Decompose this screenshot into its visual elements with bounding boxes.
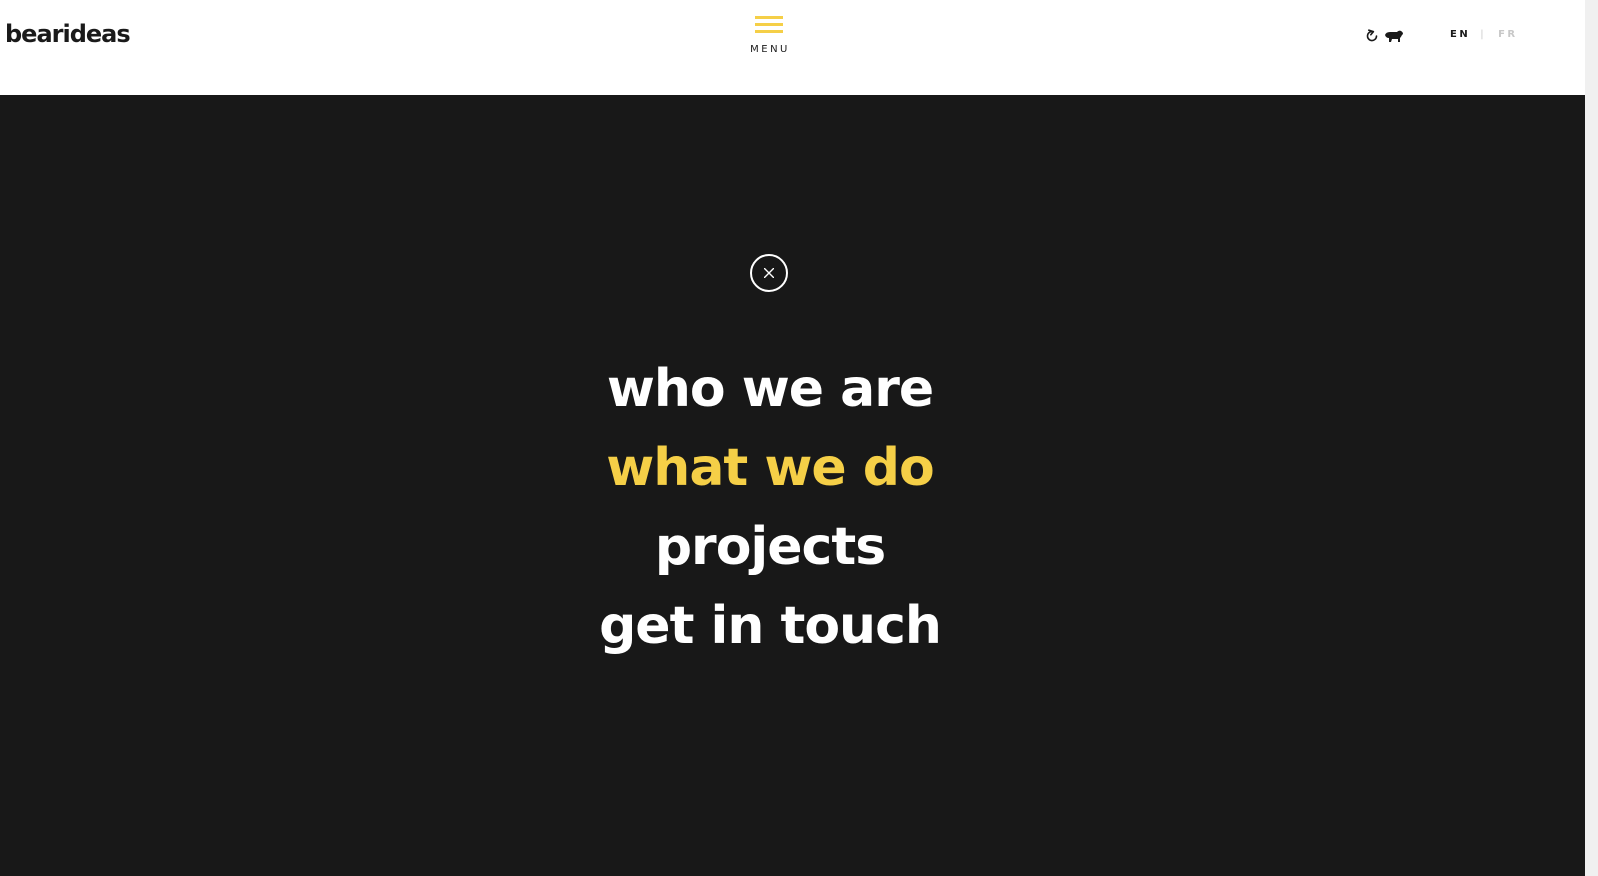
language-fr-link[interactable]: FR <box>1498 29 1518 40</box>
menu-label: MENU <box>750 44 790 55</box>
main-nav: who we are what we do projects get in to… <box>0 350 1540 666</box>
nav-item-get-in-touch[interactable]: get in touch <box>0 587 1540 666</box>
language-en-link[interactable]: EN <box>1450 29 1470 40</box>
logo[interactable]: bearideas <box>5 20 131 48</box>
menu-toggle-button[interactable]: MENU <box>745 14 795 58</box>
close-icon <box>764 268 774 278</box>
menu-overlay: who we are what we do projects get in to… <box>0 95 1585 876</box>
refresh-icon[interactable] <box>1364 28 1380 44</box>
site-header: bearideas MENU EN | FR <box>0 0 1585 95</box>
hamburger-icon <box>755 16 783 34</box>
nav-item-what-we-do[interactable]: what we do <box>0 429 1540 508</box>
page: bearideas MENU EN | FR who we are what w… <box>0 0 1598 876</box>
nav-item-projects[interactable]: projects <box>0 508 1540 587</box>
language-switcher: EN | FR <box>1450 29 1518 40</box>
language-separator: | <box>1480 29 1487 40</box>
close-menu-button[interactable] <box>750 254 788 292</box>
nav-item-who-we-are[interactable]: who we are <box>0 350 1540 429</box>
header-icons <box>1364 26 1404 46</box>
bear-icon[interactable] <box>1384 29 1404 43</box>
scrollbar[interactable] <box>1585 0 1598 876</box>
